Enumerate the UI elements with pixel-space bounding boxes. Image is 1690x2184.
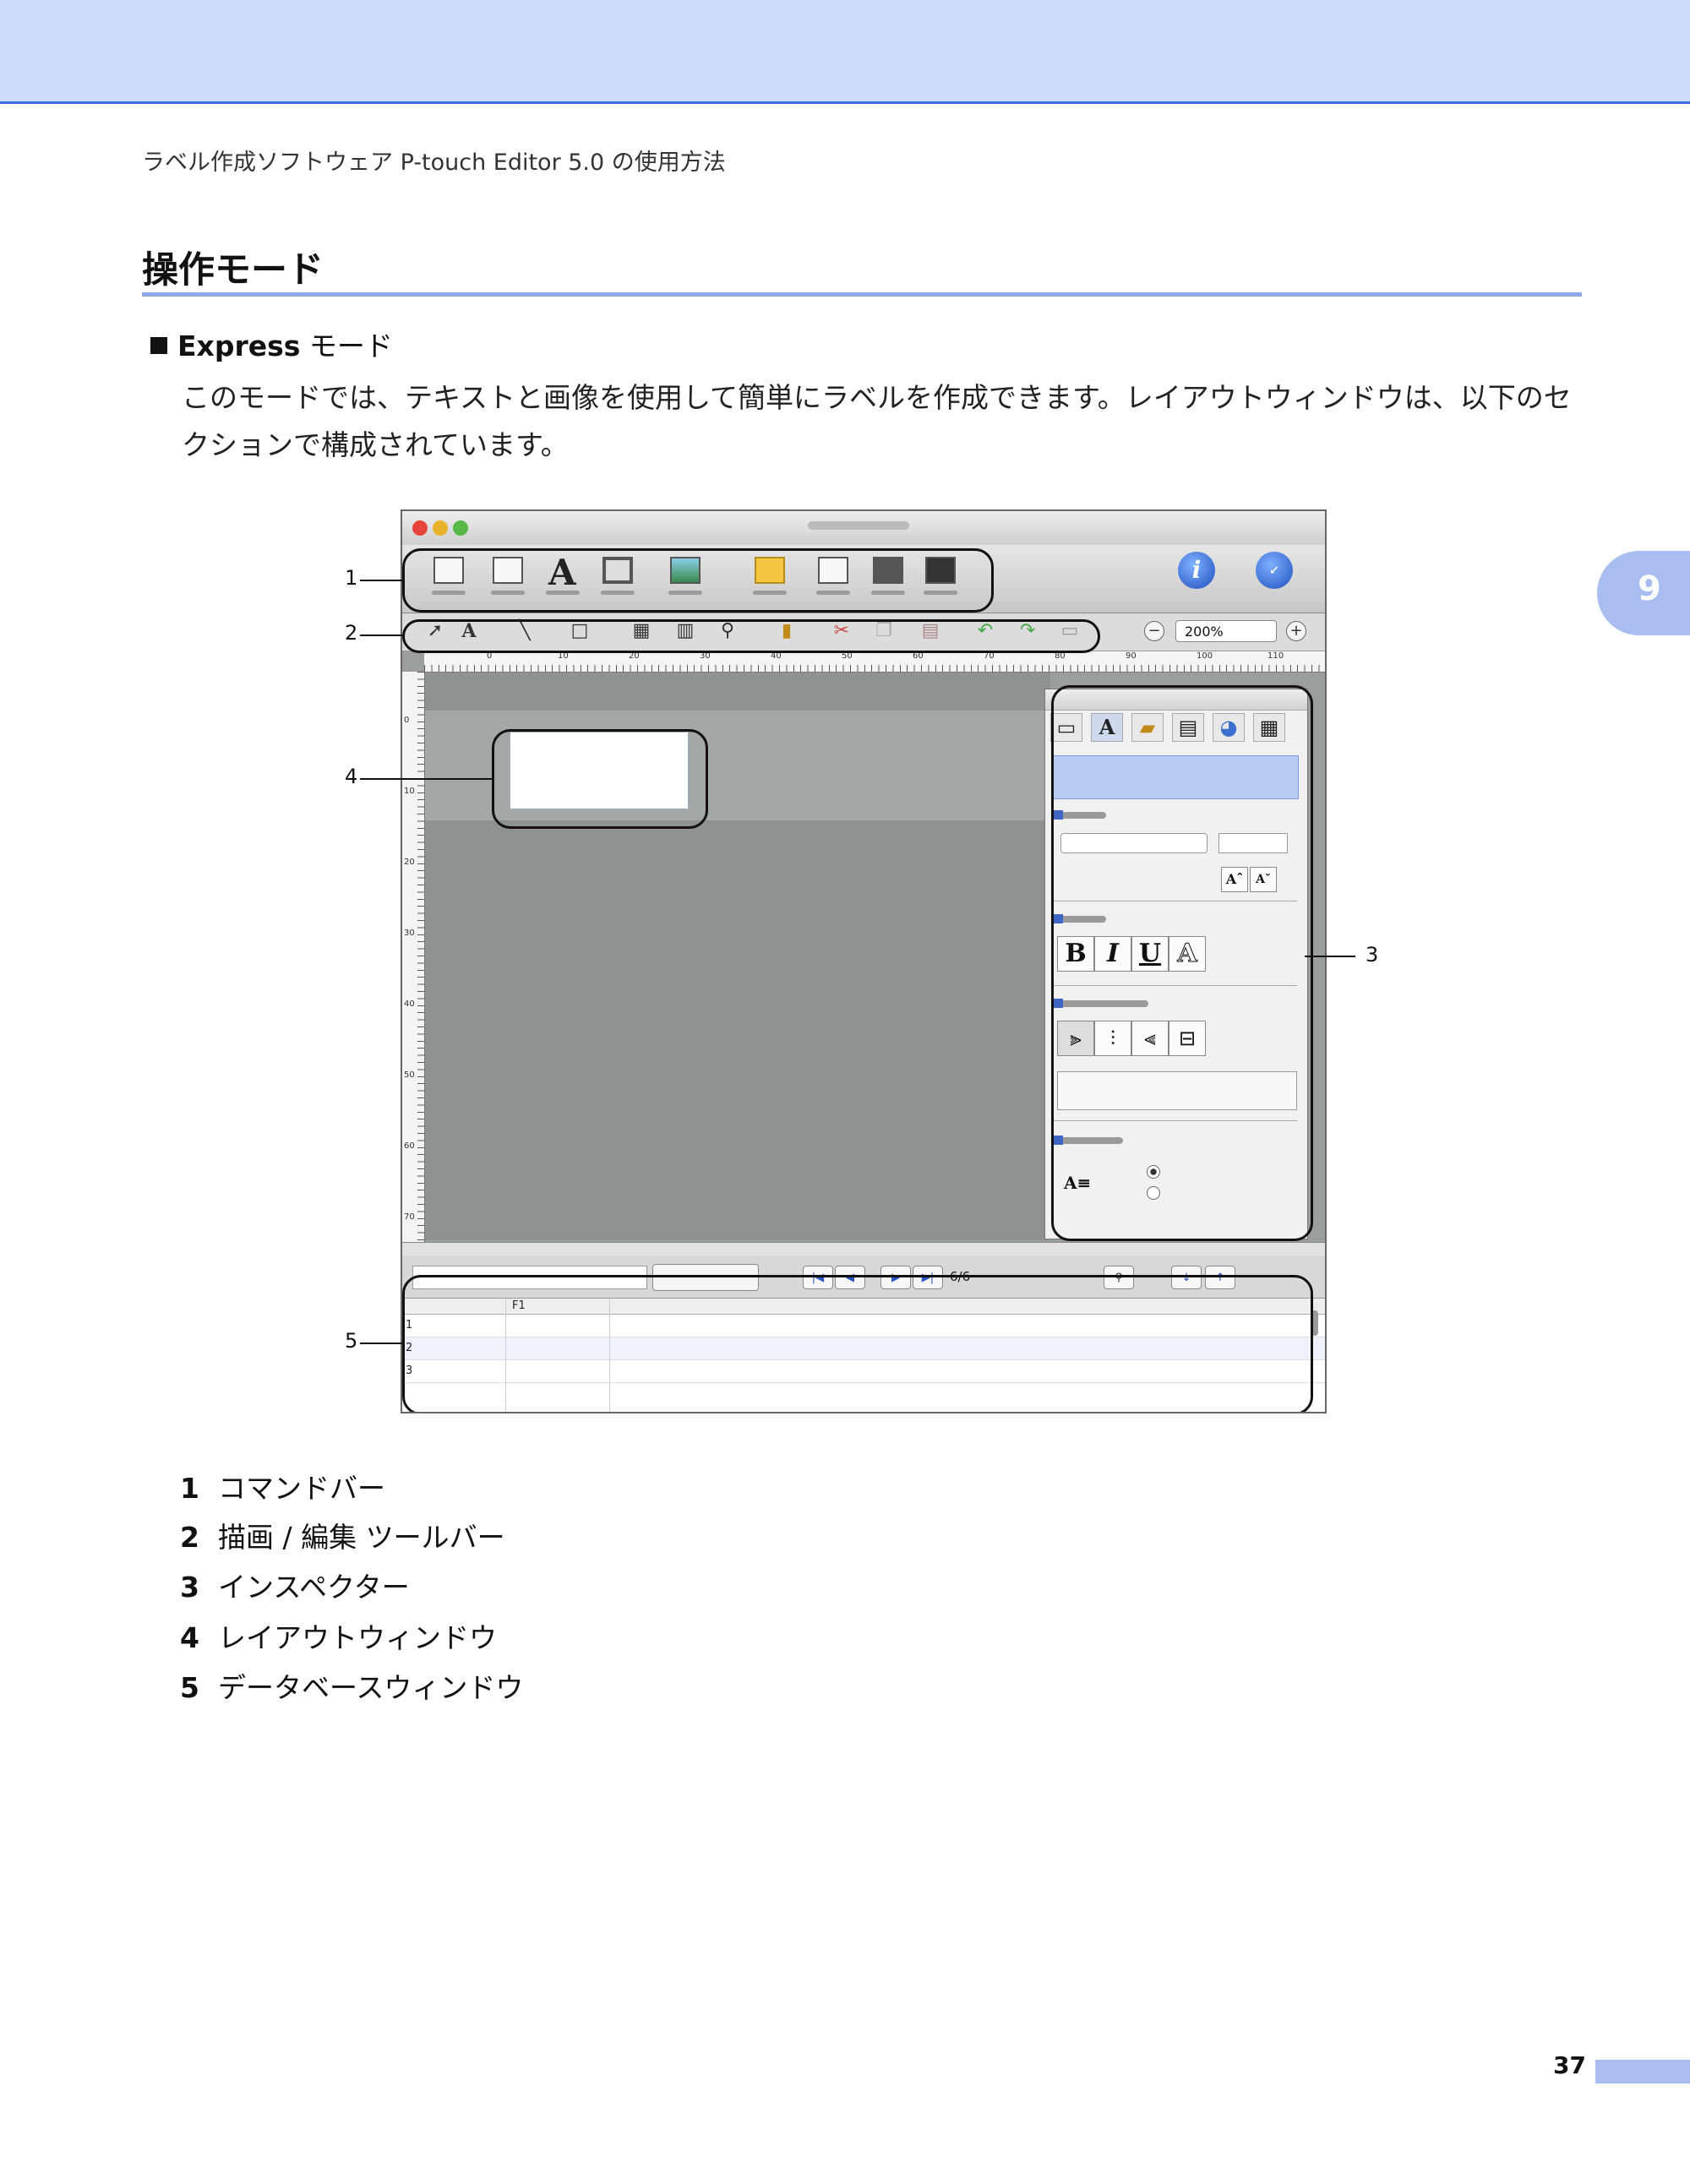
callout-inspector <box>1051 685 1313 1241</box>
legend-item: 1 コマンドバー <box>180 1472 385 1505</box>
inspector-info-icon[interactable]: i <box>1178 552 1215 589</box>
callout-command-bar <box>402 548 994 613</box>
callout-database <box>402 1275 1313 1412</box>
bullet-strong: Express <box>177 330 301 362</box>
horizontal-scrollbar[interactable] <box>402 1242 1325 1256</box>
section-title: 操作モード <box>142 249 324 291</box>
chapter-tab: 9 <box>1597 551 1690 635</box>
intro-paragraph: このモードでは、テキストと画像を使用して簡単にラベルを作成できます。レイアウトウ… <box>182 381 1572 461</box>
zoom-button[interactable] <box>453 520 468 536</box>
chapter-number: 9 <box>1638 569 1661 608</box>
callout-number-2: 2 <box>345 621 358 645</box>
horizontal-ruler: 0 10 20 30 40 50 60 70 80 90 100 110 <box>424 651 1325 673</box>
callout-draw-toolbar <box>402 619 1100 653</box>
legend-item: 2 描画 / 編集 ツールバー <box>180 1521 505 1554</box>
window-titlebar <box>402 511 1325 546</box>
square-bullet-icon <box>150 337 167 354</box>
running-header: ラベル作成ソフトウェア P-touch Editor 5.0 の使用方法 <box>142 150 726 176</box>
callout-layout-window <box>492 729 708 829</box>
callout-number-4: 4 <box>345 765 358 788</box>
legend-item: 4 レイアウトウィンドウ <box>180 1621 497 1654</box>
zoom-in-button[interactable]: + <box>1286 621 1306 641</box>
vertical-ruler: 0 10 20 30 40 50 60 70 <box>402 672 425 1242</box>
snap-mode-icon[interactable]: ↙ <box>1256 552 1293 589</box>
callout-number-1: 1 <box>345 566 358 590</box>
zoom-out-button[interactable]: − <box>1144 621 1164 641</box>
bullet-rest: モード <box>300 330 393 362</box>
page-header-band <box>0 0 1690 104</box>
page-number: 37 <box>1553 2051 1586 2079</box>
window-title <box>808 521 909 530</box>
bullet-express-mode: Express モード <box>150 324 393 364</box>
zoom-select[interactable]: 200% <box>1175 620 1277 642</box>
page-number-bar <box>1595 2060 1690 2083</box>
section-rule <box>142 292 1582 297</box>
callout-number-3: 3 <box>1366 943 1379 967</box>
minimize-button[interactable] <box>433 520 448 536</box>
legend-item: 3 インスペクター <box>180 1571 410 1604</box>
close-button[interactable] <box>412 520 428 536</box>
callout-number-5: 5 <box>345 1329 358 1353</box>
legend-item: 5 データベースウィンドウ <box>180 1671 524 1704</box>
app-screenshot: A i ↙ ➚ A ╲ □ ▦ ▥ ⚲ ▮ ✂ ❐ ▤ ↶ ↷ ▭ − 200%… <box>401 509 1327 1413</box>
